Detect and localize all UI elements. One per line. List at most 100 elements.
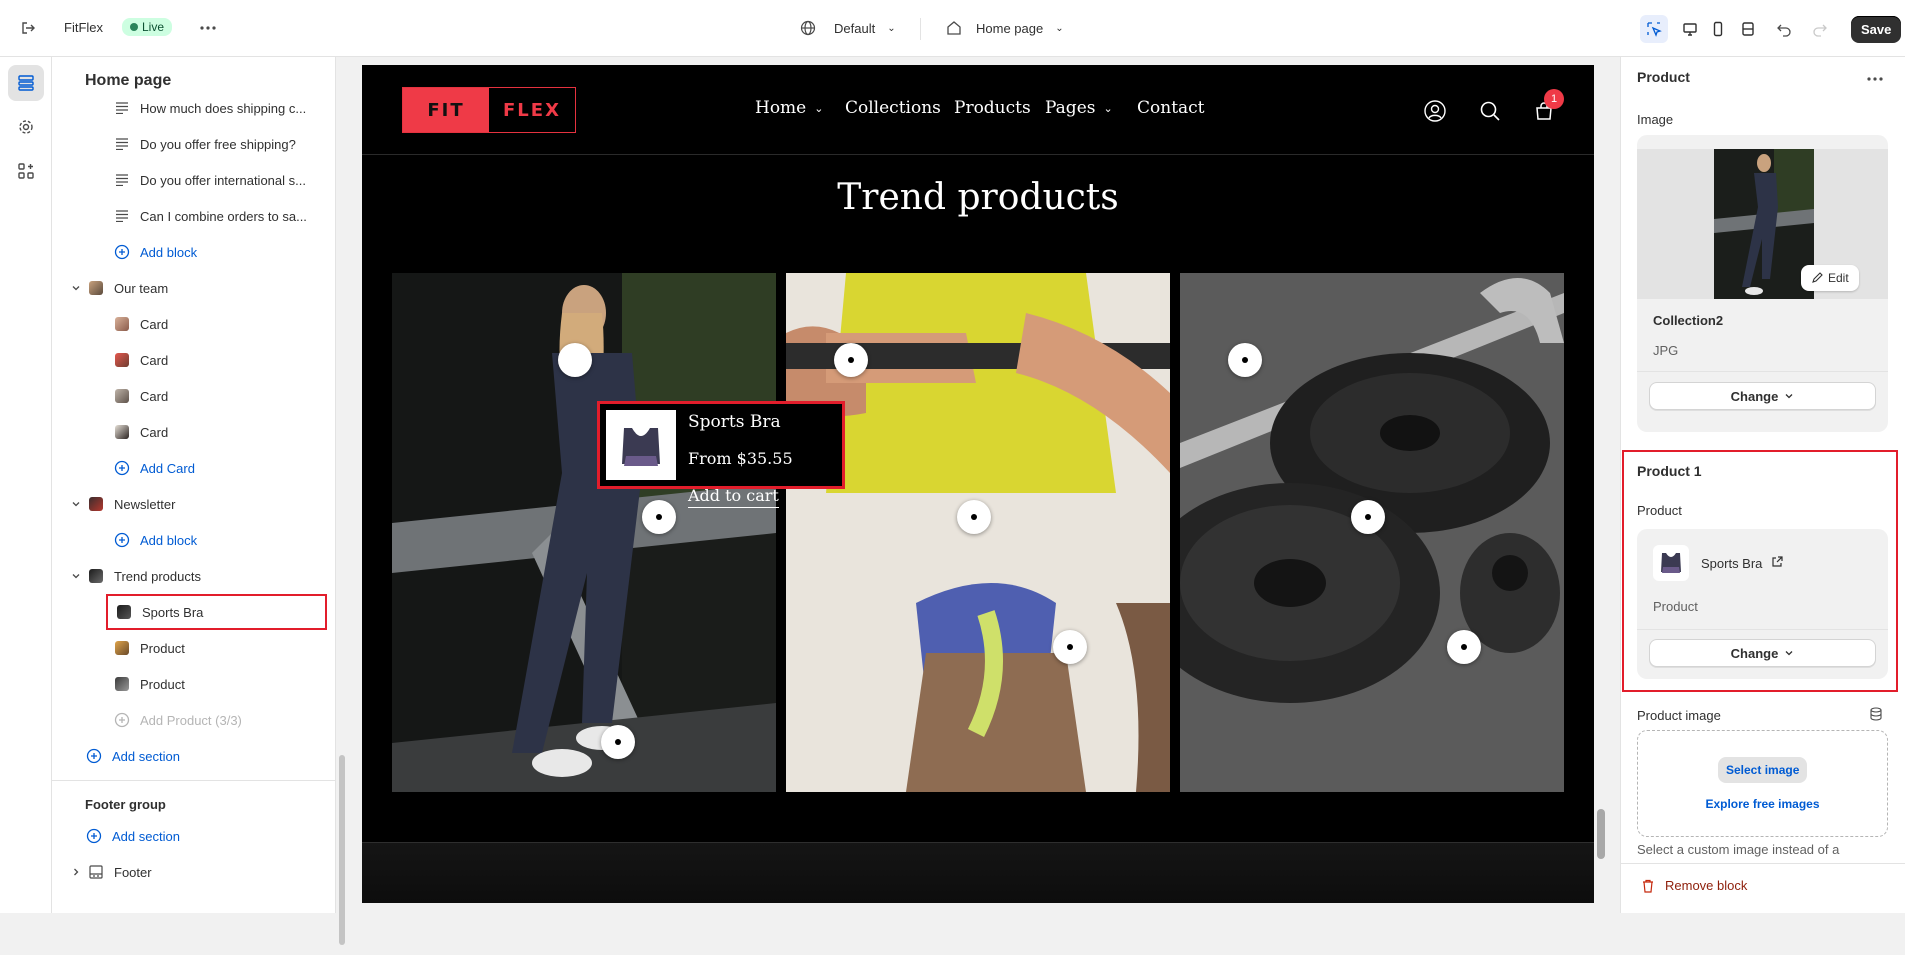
exit-icon[interactable] [14,14,42,42]
remove-block-bar: Remove block [1621,863,1905,913]
hotspot-7[interactable] [1351,500,1385,534]
tree-item-faq-3[interactable]: Do you offer international s... [114,165,306,195]
settings-icon[interactable] [8,109,44,145]
product-popup[interactable]: Sports Bra From $35.55 Add to cart [597,401,845,508]
nav-pages[interactable]: Pages ⌄ [1045,98,1113,118]
database-icon[interactable] [1869,707,1883,724]
remove-block-button[interactable]: Remove block [1641,878,1747,893]
add-block-button[interactable]: Add block [114,525,197,555]
explore-free-images-link[interactable]: Explore free images [1638,797,1887,811]
change-image-button[interactable]: Change [1649,382,1876,410]
hotspot-6[interactable] [1228,343,1262,377]
mobile-view-icon[interactable] [1704,15,1732,43]
tree-item-product-2[interactable]: Product [114,633,185,663]
change-label: Change [1730,388,1779,404]
product-name: Sports Bra [1701,556,1763,571]
redo-icon[interactable] [1806,15,1834,43]
hotspot-3[interactable] [834,343,868,377]
scrollbar-thumb[interactable] [339,755,345,945]
section-thumb-icon [88,568,104,584]
inspector-icon[interactable] [1640,15,1668,43]
add-section-button[interactable]: Add section [86,741,180,771]
tree-item-label: Trend products [114,568,201,584]
preview-scrollbar[interactable] [1594,57,1608,913]
tree-item-label: Do you offer international s... [140,172,306,188]
popup-add-to-cart-link[interactable]: Add to cart [688,486,779,508]
text-block-icon [114,208,130,224]
apps-icon[interactable] [8,153,44,189]
tree-item-card-2[interactable]: Card [114,345,168,375]
left-panel-scrollbar[interactable] [337,105,347,955]
edit-image-button[interactable]: Edit [1801,265,1859,291]
more-options-icon[interactable] [1867,69,1883,84]
scrollbar-thumb[interactable] [1597,809,1605,859]
pencil-icon [1812,272,1823,283]
footer-group-title: Footer group [85,796,166,812]
nav-home[interactable]: Home ⌄ [755,98,823,118]
nav-label: Products [954,98,1031,118]
tree-item-card-1[interactable]: Card [114,309,168,339]
add-block-button[interactable]: Add block [114,237,197,267]
sections-icon[interactable] [8,65,44,101]
tree-item-faq-4[interactable]: Can I combine orders to sa... [114,201,307,231]
settings-panel: Product Image Edit Collection2 JPG Chang… [1620,57,1905,913]
tree-section-newsletter[interactable]: Newsletter [68,489,175,519]
account-icon[interactable] [1424,100,1446,125]
add-section-button-footer[interactable]: Add section [86,821,180,851]
section-thumb-icon [88,280,104,296]
hotspot-4[interactable] [957,500,991,534]
chevron-down-icon [68,280,84,296]
tree-item-label: Can I combine orders to sa... [140,208,307,224]
desktop-view-icon[interactable] [1676,15,1704,43]
image-dropzone[interactable]: Select image Explore free images [1637,730,1888,837]
nav-products[interactable]: Products [954,98,1031,118]
product-1-title: Product 1 [1637,463,1702,479]
tree-item-faq-1[interactable]: How much does shipping c... [114,93,306,123]
home-icon [947,21,961,35]
external-link-icon[interactable] [1771,556,1783,571]
tree-section-trend-products[interactable]: Trend products [68,561,201,591]
page-selector[interactable]: Home page ⌄ [946,20,1064,36]
hotspot-1[interactable] [642,500,676,534]
search-icon[interactable] [1479,100,1501,125]
cart-icon[interactable]: 1 [1533,89,1564,125]
change-product-button[interactable]: Change [1649,639,1876,667]
trash-icon [1643,879,1653,893]
popup-product-name: Sports Bra [688,412,781,432]
add-block-label: Add block [140,532,198,548]
store-name: FitFlex [64,20,103,35]
sidebar-rail [0,57,52,913]
site-logo[interactable]: FIT FLEX [402,87,576,133]
chevron-down-icon [1785,394,1793,399]
image-filetype: JPG [1653,343,1679,358]
more-actions-icon[interactable] [194,14,222,42]
hotspot-5[interactable] [1053,630,1087,664]
card-thumb-icon [114,316,130,332]
image-label: Image [1637,112,1674,127]
fullscreen-icon[interactable] [1734,15,1762,43]
add-section-label: Add section [112,828,180,844]
hotspot-active[interactable] [558,343,592,377]
tree-item-faq-2[interactable]: Do you offer free shipping? [114,129,296,159]
nav-contact[interactable]: Contact [1137,98,1205,118]
plus-circle-icon [86,748,102,764]
text-block-icon [114,136,130,152]
undo-icon[interactable] [1770,15,1798,43]
save-button[interactable]: Save [1851,16,1902,43]
selected-item-highlight [106,594,327,630]
hotspot-8[interactable] [1447,630,1481,664]
tree-item-label: Newsletter [114,496,176,512]
tree-item-product-3[interactable]: Product [114,669,185,699]
card-thumb-icon [114,388,130,404]
image-setting-card: Edit Collection2 JPG Change [1637,135,1888,432]
select-image-button[interactable]: Select image [1718,757,1808,783]
nav-collections[interactable]: Collections [845,98,941,118]
tree-section-footer[interactable]: Footer [68,857,152,887]
tree-item-card-4[interactable]: Card [114,417,168,447]
sections-panel: Home page How much does shipping c... Do… [52,57,347,955]
add-card-button[interactable]: Add Card [114,453,195,483]
tree-item-card-3[interactable]: Card [114,381,168,411]
hotspot-2[interactable] [601,725,635,759]
tree-section-our-team[interactable]: Our team [68,273,168,303]
theme-selector[interactable]: Default ⌄ [800,20,896,36]
